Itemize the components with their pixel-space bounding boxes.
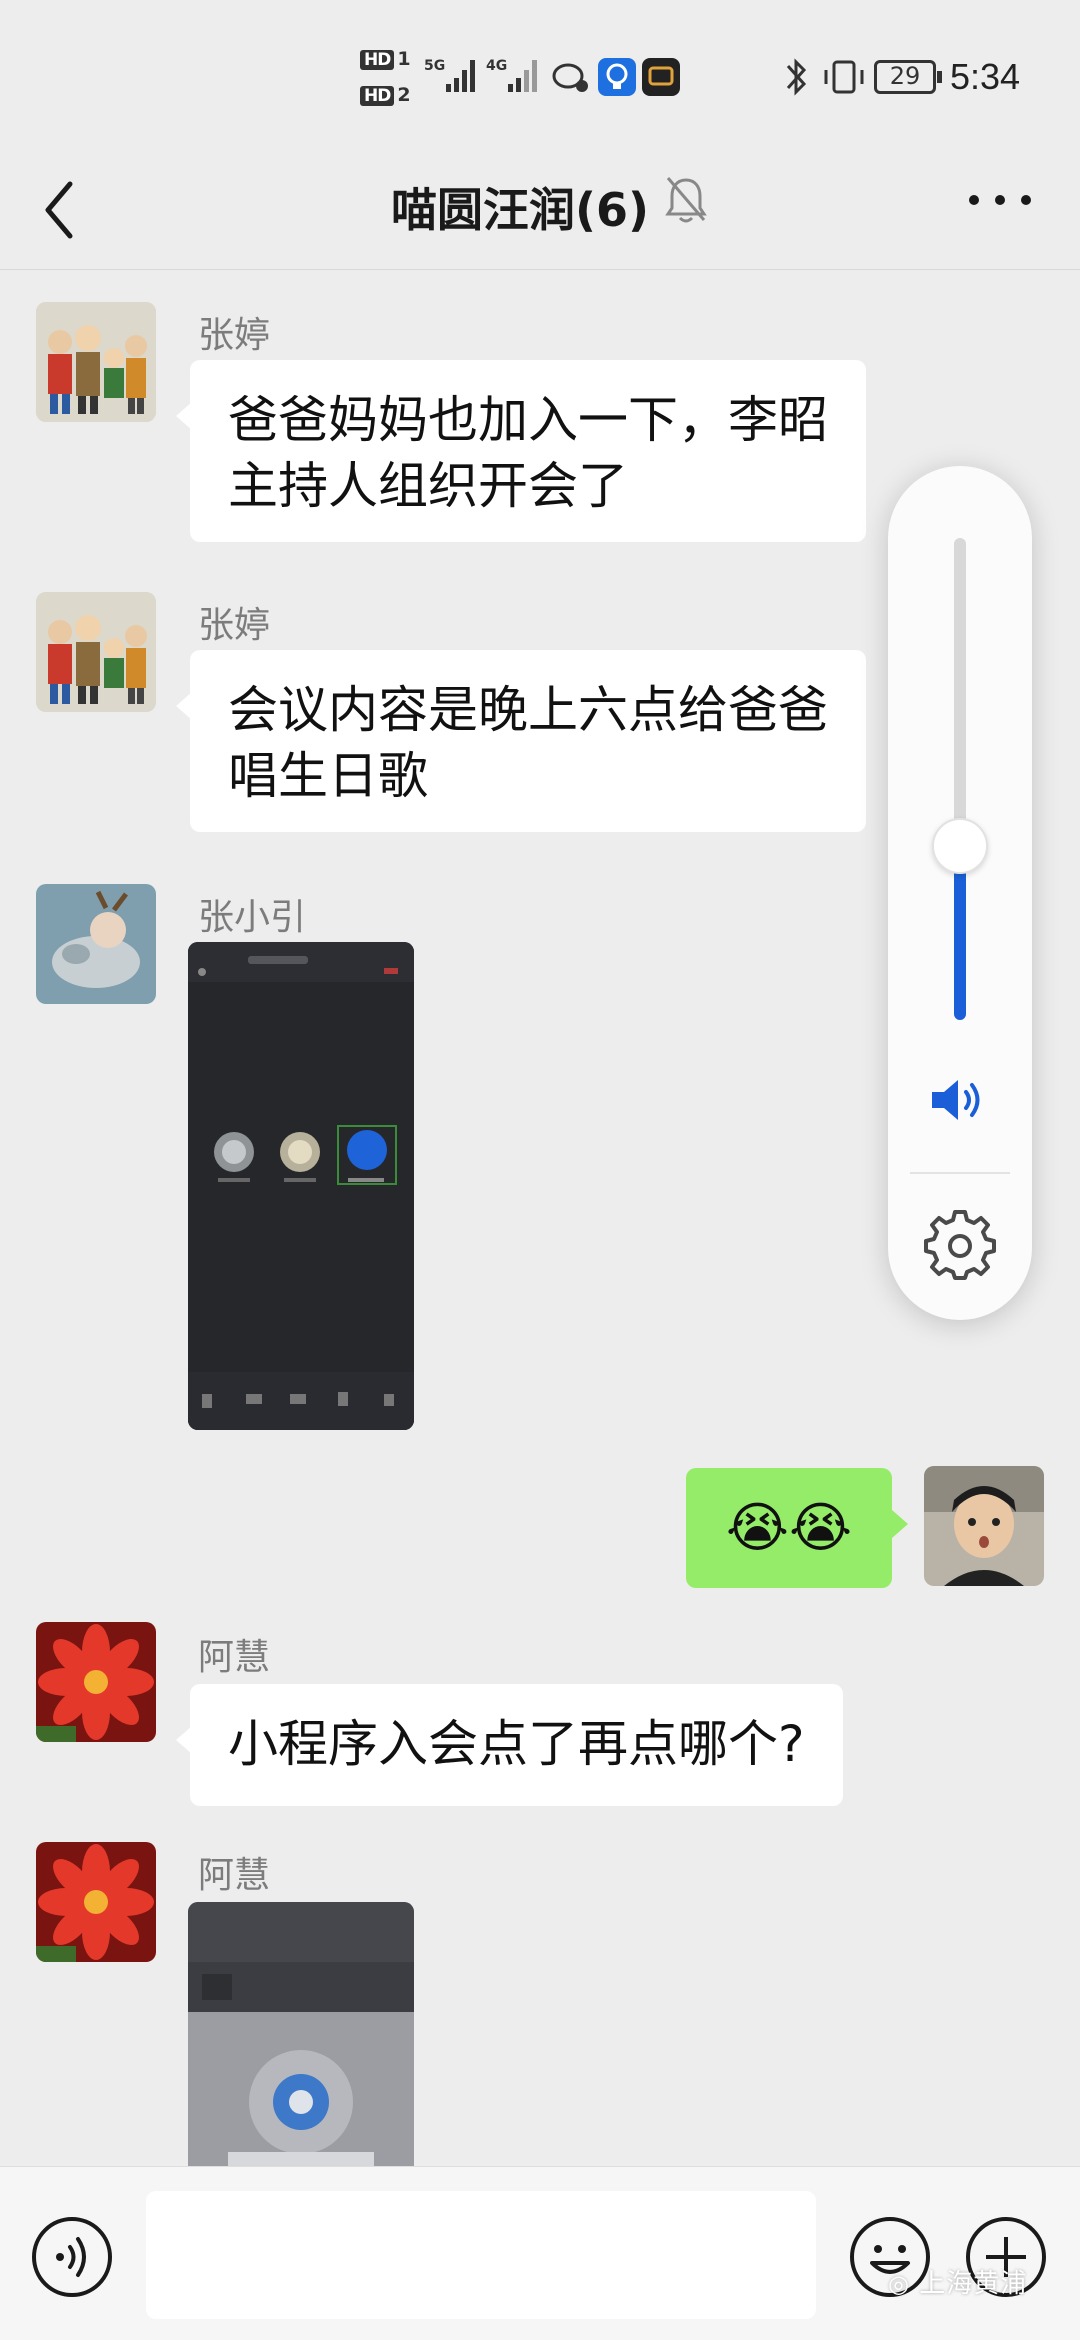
volume-panel-divider (910, 1172, 1010, 1174)
blurred-screenshot-thumbnail (188, 1902, 414, 2166)
message-bubble[interactable]: 爸爸妈妈也加入一下，李昭 主持人组织开会了 (176, 360, 866, 542)
sender-name: 张婷 (198, 315, 271, 356)
boy-photo-avatar (924, 1466, 1044, 1586)
family-drawing-avatar (36, 302, 156, 422)
watermark: ◎ 上海黄浦 (888, 2263, 1027, 2300)
vibrate-icon (824, 60, 864, 94)
signal-icon-2 (508, 60, 537, 92)
chat-title: 喵圆汪润(6) (390, 183, 650, 237)
volume-slider-thumb[interactable] (932, 818, 988, 875)
speaker-icon[interactable] (928, 1074, 992, 1126)
network-4g-label: 4G (486, 58, 508, 74)
meeting-screenshot-thumbnail (188, 942, 414, 1430)
my-message-bubble[interactable]: 😭😭 (686, 1468, 908, 1588)
clock: 5:34 (950, 56, 1021, 97)
avatar-zhangxiaoyin[interactable] (36, 884, 156, 1004)
baby-photo-avatar (36, 884, 156, 1004)
hd1-badge: HD 1 (360, 48, 411, 70)
avatar-ahui[interactable] (36, 1842, 156, 1962)
avatar-ahui[interactable] (36, 1622, 156, 1742)
message-bubble[interactable]: 会议内容是晚上六点给爸爸 唱生日歌 (176, 650, 866, 832)
signal-icon (446, 60, 475, 92)
wechat-logo-icon: ◎ (888, 2270, 910, 2298)
voice-icon[interactable] (30, 2215, 114, 2299)
sender-name: 阿慧 (198, 1855, 271, 1896)
more-icon[interactable] (960, 180, 1040, 220)
app-icon (642, 58, 680, 96)
network-5g-label: 5G (424, 58, 446, 74)
family-drawing-avatar (36, 592, 156, 712)
battery-level: 29 (889, 62, 921, 90)
avatar-zhangting[interactable] (36, 592, 156, 712)
hd2-badge: HD 2 (360, 84, 411, 106)
chat-header: 喵圆汪润(6) (0, 150, 1080, 270)
message-input[interactable] (146, 2191, 816, 2319)
watermark-text: 上海黄浦 (919, 2269, 1028, 2299)
input-bar: ◎ 上海黄浦 (0, 2166, 1080, 2340)
message-bubble[interactable]: 小程序入会点了再点哪个? (176, 1684, 843, 1806)
avatar-zhangting[interactable] (36, 302, 156, 422)
volume-slider[interactable] (932, 538, 988, 1020)
chat-bubble-icon (552, 63, 588, 92)
image-message[interactable] (188, 1902, 414, 2166)
sender-name: 张婷 (198, 605, 271, 646)
volume-panel (888, 466, 1032, 1320)
mute-bell-icon (665, 177, 707, 223)
my-avatar[interactable] (924, 1466, 1044, 1586)
bluetooth-icon (786, 58, 807, 96)
settings-gear-icon[interactable] (924, 1210, 996, 1282)
status-bar: HD 1 HD 2 5G 4G 29 5:34 (0, 0, 1080, 150)
battery-icon: 29 (874, 60, 942, 94)
red-flower-avatar (36, 1842, 156, 1962)
sender-name: 阿慧 (198, 1637, 271, 1678)
sender-name: 张小引 (198, 897, 307, 938)
red-flower-avatar (36, 1622, 156, 1742)
image-message[interactable] (188, 942, 414, 1430)
bulb-app-icon (598, 58, 636, 96)
